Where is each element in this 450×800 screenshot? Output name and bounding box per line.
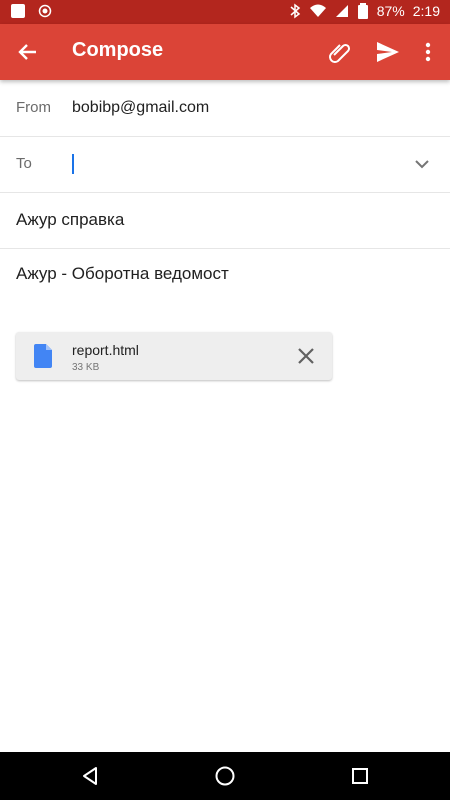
from-row: From bobibp@gmail.com [0,80,450,137]
wifi-icon [309,4,326,17]
record-icon [38,4,52,18]
to-row: To [0,136,450,193]
signal-icon [335,5,348,17]
subject-field[interactable]: Ажур справка [16,210,124,230]
battery-percent: 87% [376,3,405,19]
close-icon[interactable] [294,344,318,368]
clock: 2:19 [412,3,440,19]
back-arrow-icon[interactable] [12,36,44,68]
attach-icon[interactable] [326,38,354,66]
home-circle-icon[interactable] [213,764,237,788]
file-icon [34,344,52,368]
back-triangle-icon[interactable] [78,764,102,788]
battery-icon [357,3,368,19]
compose-body[interactable]: Ажур - Оборотна ведомост [16,264,229,284]
subject-row[interactable]: Ажур справка [0,192,450,249]
app-bar: Compose [0,24,450,80]
recents-square-icon[interactable] [348,764,372,788]
attachment-name: report.html [72,342,139,358]
status-bar: 87% 2:19 [0,0,450,24]
navigation-bar [0,752,450,800]
to-label: To [16,155,32,172]
attachment-chip[interactable]: report.html 33 KB [16,332,332,380]
more-vert-icon[interactable] [418,38,438,66]
send-icon[interactable] [374,38,402,66]
notification-square-icon [11,4,25,18]
to-input[interactable] [72,148,396,182]
from-label: From [16,99,51,116]
bluetooth-icon [290,3,300,19]
chevron-down-icon[interactable] [410,152,434,176]
attachment-size: 33 KB [72,362,100,373]
page-title: Compose [72,39,164,61]
from-address[interactable]: bobibp@gmail.com [72,99,209,117]
